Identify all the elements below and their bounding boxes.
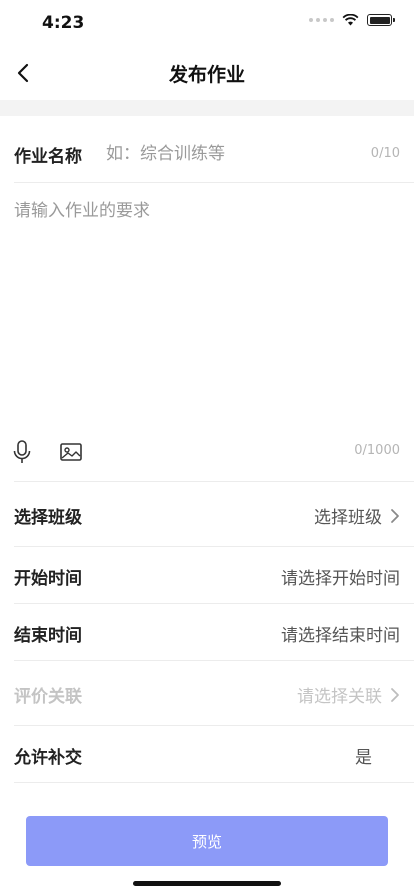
select-class-value: 选择班级 [314, 508, 382, 528]
start-time-row[interactable]: 开始时间 请选择开始时间 [0, 545, 414, 603]
homework-name-label: 作业名称 [14, 147, 82, 167]
evaluation-link-value: 请选择关联 [297, 687, 382, 707]
voice-input-button[interactable] [10, 438, 34, 466]
status-bar: 4:23 [0, 0, 414, 44]
select-class-label: 选择班级 [14, 508, 82, 528]
requirement-counter: 0/1000 [354, 443, 400, 458]
preview-button[interactable]: 预览 [26, 816, 388, 866]
battery-icon [367, 14, 395, 26]
homework-name-counter: 0/10 [370, 146, 400, 161]
status-icons [309, 14, 395, 26]
start-time-label: 开始时间 [14, 569, 82, 589]
home-indicator [133, 881, 281, 886]
signal-dots-icon [309, 18, 334, 22]
page-title: 发布作业 [168, 64, 245, 86]
nav-bar: 发布作业 [0, 44, 414, 100]
image-icon [60, 443, 82, 461]
end-time-value: 请选择结束时间 [281, 626, 400, 646]
select-class-row[interactable]: 选择班级 选择班级 [0, 484, 414, 542]
evaluation-link-label: 评价关联 [14, 687, 82, 707]
status-time: 4:23 [42, 13, 85, 33]
section-gap [0, 100, 414, 116]
homework-name-row: 作业名称 0/10 [0, 128, 414, 182]
chevron-right-icon [391, 508, 399, 523]
image-upload-button[interactable] [58, 440, 84, 464]
microphone-icon [13, 440, 31, 463]
evaluation-link-value-group: 请选择关联 [297, 682, 400, 707]
wifi-icon [342, 14, 359, 26]
divider [14, 782, 414, 783]
divider [14, 481, 414, 482]
allow-late-submission-row[interactable]: 允许补交 是 [0, 724, 414, 782]
end-time-label: 结束时间 [14, 626, 82, 646]
allow-late-submission-value: 是 [355, 748, 372, 768]
end-time-row[interactable]: 结束时间 请选择结束时间 [0, 602, 414, 660]
divider [14, 182, 414, 183]
start-time-value: 请选择开始时间 [281, 569, 400, 589]
requirement-textarea[interactable] [14, 196, 400, 424]
chevron-right-icon [391, 687, 399, 702]
select-class-value-group: 选择班级 [314, 503, 400, 528]
allow-late-submission-label: 允许补交 [14, 748, 82, 768]
evaluation-link-row[interactable]: 评价关联 请选择关联 [0, 663, 414, 721]
divider [14, 660, 414, 661]
media-toolbar: 0/1000 [0, 434, 414, 470]
homework-name-input[interactable] [106, 138, 356, 170]
